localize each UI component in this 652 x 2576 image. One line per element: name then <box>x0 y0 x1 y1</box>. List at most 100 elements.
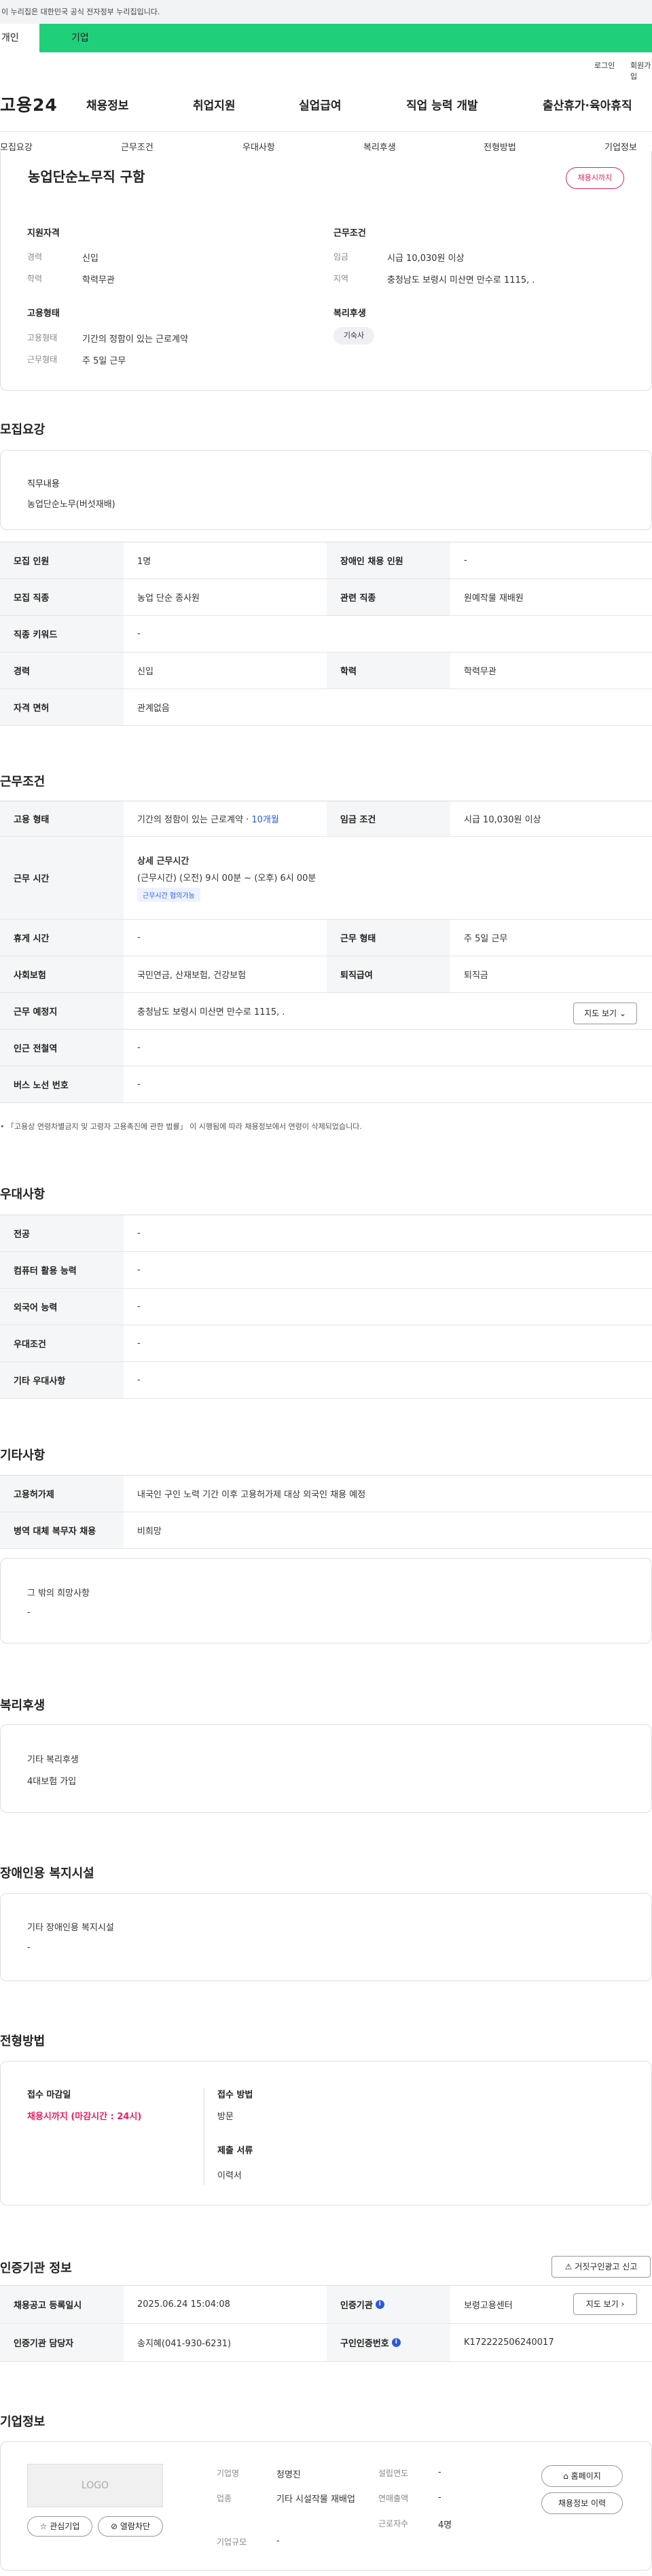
founded-label: 설립연도 <box>378 2469 409 2478</box>
map-button[interactable]: 지도 보기 ⌄ <box>573 1003 637 1024</box>
table-row: 전공 - <box>0 1215 652 1252</box>
selection-heading: 전형방법 <box>0 2034 46 2049</box>
row-label: 인증기관 i <box>327 2286 450 2323</box>
site-logo[interactable]: 고용24 <box>0 92 58 116</box>
gnb-leave[interactable]: 출산휴가·육아휴직 <box>543 96 632 113</box>
industry-value: 기타 시설작물 재배업 <box>276 2494 355 2505</box>
signup-link[interactable]: 회원가입 <box>630 60 652 82</box>
row-label: 기타 우대사항 <box>0 1362 124 1398</box>
row-value: - <box>137 1375 141 1385</box>
row-label: 퇴직급여 <box>327 956 450 992</box>
table-row: 자격 면허 관계없음 <box>0 689 652 726</box>
workform-label: 근무형태 <box>27 355 58 364</box>
row-label: 임금 조건 <box>327 801 450 836</box>
hours-badge: 근무시간 협의가능 <box>137 888 200 902</box>
table-row: 인근 전철역 - <box>0 1030 652 1066</box>
row-label: 컴퓨터 활용 능력 <box>0 1252 124 1288</box>
selection-box <box>0 2061 652 2206</box>
company-logo: LOGO <box>27 2464 163 2507</box>
tab-personal[interactable]: 개인 <box>0 24 39 52</box>
row-label: 구인인증번호 i <box>327 2324 450 2361</box>
row-label: 버스 노선 번호 <box>0 1066 124 1102</box>
row-label: 자격 면허 <box>0 689 124 725</box>
wage-value: 시급 10,030원 이상 <box>387 254 465 264</box>
tab-company[interactable]: 기업 <box>71 24 89 52</box>
alert-icon: ⚠ <box>564 2262 573 2272</box>
disabled-label: 기타 장애인용 복지시설 <box>27 1923 114 1933</box>
edu-label: 학력 <box>27 274 43 283</box>
row-value: 시급 10,030원 이상 <box>464 815 541 825</box>
deadline-label: 접수 마감일 <box>27 2090 71 2100</box>
row-label: 경력 <box>0 652 124 689</box>
interest-button[interactable]: ☆ 관심기업 <box>27 2516 92 2537</box>
gnb-unemployment-benefit[interactable]: 실업급여 <box>299 96 342 113</box>
table-row: 사회보험 국민연금, 산재보험, 건강보험 퇴직급여 퇴직금 <box>0 956 652 993</box>
row-value: - <box>137 933 141 943</box>
row-label: 인근 전철역 <box>0 1030 124 1066</box>
agency-table: 채용공고 등록일시 2025.06.24 15:04:08 인증기관 i 보령고용… <box>0 2285 652 2362</box>
row-value: 농업 단순 종사원 <box>137 593 200 604</box>
wish-value: - <box>27 1607 31 1618</box>
info-icon[interactable]: i <box>375 2300 384 2309</box>
status-badge: 채용시까지 <box>566 167 624 189</box>
revenue-value: - <box>438 2492 441 2503</box>
welfare-heading-main: 복리후생 <box>0 1699 46 1713</box>
row-value: - <box>137 1079 141 1090</box>
table-row: 근무 시간 상세 근무시간 (근무시간) (오전) 9시 00분 ~ (오후) … <box>0 837 652 920</box>
user-type-tabs: 개인 기업 <box>0 24 652 52</box>
row-value: 원예작물 재배원 <box>464 593 524 604</box>
agency-map-button[interactable]: 지도 보기 › <box>573 2293 637 2315</box>
row-label: 휴게 시간 <box>0 920 124 956</box>
row-value: - <box>464 555 467 565</box>
welfare-box <box>0 1724 652 1813</box>
row-label: 인증기관 담당자 <box>0 2324 124 2361</box>
table-row: 우대조건 - <box>0 1325 652 1362</box>
row-label: 직종 키워드 <box>0 616 124 652</box>
login-link[interactable]: 로그인 <box>594 60 615 71</box>
etc-heading: 기타사항 <box>0 1448 46 1463</box>
gnb-jobs[interactable]: 채용정보 <box>86 96 129 113</box>
row-label: 사회보험 <box>0 956 124 992</box>
job-history-button[interactable]: 채용정보 이력 <box>541 2492 623 2514</box>
recruit-heading: 모집요강 <box>0 423 46 437</box>
chevron-down-icon: ⌄ <box>619 1009 626 1018</box>
row-value: 충청남도 보령시 미산면 만수로 1115, . <box>137 1007 285 1017</box>
disabled-heading: 장애인용 복지시설 <box>0 1866 94 1881</box>
table-row: 외국어 능력 - <box>0 1289 652 1325</box>
area-label: 지역 <box>333 274 349 283</box>
info-icon[interactable]: i <box>391 2338 401 2347</box>
block-icon: ⊘ <box>110 2522 118 2531</box>
gnb-employment-support[interactable]: 취업지원 <box>193 96 236 113</box>
row-value: - <box>137 1043 141 1053</box>
row-value: - <box>137 1302 141 1312</box>
row-label: 채용공고 등록일시 <box>0 2286 124 2323</box>
table-row: 직종 키워드 - <box>0 616 652 652</box>
deadline-value: 채용시까지 (마감시간 : 24시) <box>27 2112 142 2122</box>
report-button[interactable]: ⚠ 거짓구인광고 신고 <box>551 2256 651 2278</box>
size-value: - <box>276 2536 280 2546</box>
homepage-button[interactable]: ⌂ 홈페이지 <box>541 2465 623 2487</box>
conditions-heading: 근무조건 <box>0 775 46 789</box>
founded-value: - <box>438 2467 441 2477</box>
row-label: 모집 인원 <box>0 542 124 578</box>
table-row: 경력 신입 학력 학력무관 <box>0 652 652 689</box>
row-value: 비희망 <box>137 1527 162 1537</box>
emp-heading: 고용형태 <box>27 309 60 319</box>
job-title: 농업단순노무직 구함 <box>28 169 145 185</box>
row-value: 1명 <box>137 557 151 567</box>
method-label: 접수 방법 <box>217 2090 253 2100</box>
duty-value: 농업단순노무(버섯재배) <box>27 500 115 510</box>
block-button[interactable]: ⊘ 열람차단 <box>98 2516 163 2537</box>
welfare-heading: 복리후생 <box>333 309 366 319</box>
table-row: 모집 인원 1명 장애인 채용 인원 - <box>0 542 652 579</box>
row-value: 관계없음 <box>137 703 170 714</box>
row-label: 우대조건 <box>0 1325 124 1361</box>
disabled-value: - <box>27 1943 31 1953</box>
gnb-skills[interactable]: 직업 능력 개발 <box>406 96 478 113</box>
welfare-label: 기타 복리후생 <box>27 1755 79 1765</box>
edu-value: 학력무관 <box>82 275 115 285</box>
method-value: 방문 <box>217 2112 234 2122</box>
row-value: 보령고용센터 <box>464 2301 513 2311</box>
star-icon: ☆ <box>39 2522 48 2531</box>
row-label: 모집 직종 <box>0 579 124 615</box>
